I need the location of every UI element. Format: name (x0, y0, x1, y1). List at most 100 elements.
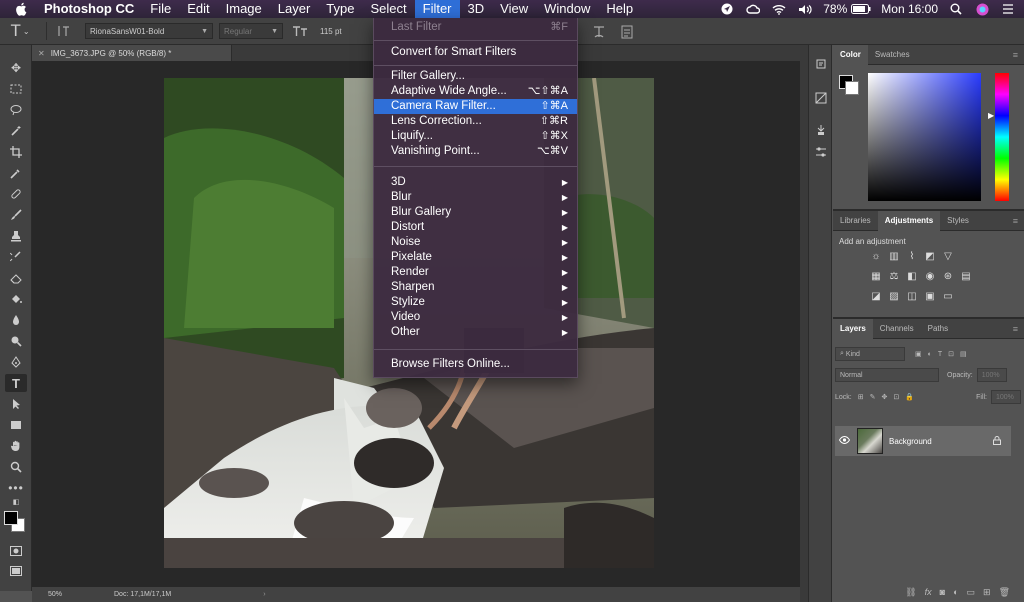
notification-center-icon[interactable] (1000, 2, 1016, 16)
black-white-icon[interactable]: ◧ (905, 269, 919, 283)
type-tool-preset-icon[interactable]: T ⌄ (0, 18, 40, 45)
menu-item-3d[interactable]: 3D ▶ (374, 175, 577, 190)
lock-options-icons[interactable]: ⊞✎✥⊡🔒 (858, 393, 920, 401)
menu-item-liquify[interactable]: Liquify... ⇧⌘X (374, 129, 577, 144)
delete-layer-icon[interactable]: 🗑 (999, 587, 1010, 598)
tab-channels[interactable]: Channels (873, 319, 921, 339)
history-panel-icon[interactable] (811, 55, 831, 73)
menu-item-sharpen[interactable]: Sharpen ▶ (374, 280, 577, 295)
battery-status[interactable]: 78% (823, 2, 871, 16)
curves-icon[interactable]: ⌇ (905, 249, 919, 263)
magic-wand-tool-icon[interactable] (5, 122, 27, 140)
exposure-icon[interactable]: ◩ (923, 249, 937, 263)
menu-view[interactable]: View (492, 0, 536, 18)
menu-item-noise[interactable]: Noise ▶ (374, 235, 577, 250)
invert-icon[interactable]: ◪ (869, 289, 883, 303)
photo-filter-icon[interactable]: ◉ (923, 269, 937, 283)
close-icon[interactable]: ✕ (38, 49, 45, 58)
menu-select[interactable]: Select (362, 0, 414, 18)
menu-item-browse-filters-online[interactable]: Browse Filters Online... (374, 357, 577, 372)
eyedropper-tool-icon[interactable] (5, 164, 27, 182)
color-spectrum-picker[interactable] (868, 73, 981, 201)
menu-item-video[interactable]: Video ▶ (374, 310, 577, 325)
menu-type[interactable]: Type (318, 0, 362, 18)
creative-cloud-icon[interactable] (745, 2, 761, 16)
rectangle-tool-icon[interactable] (5, 416, 27, 434)
brush-tool-icon[interactable] (5, 206, 27, 224)
layer-style-icon[interactable]: fx (925, 587, 932, 597)
hue-slider-handle[interactable]: ▶ (988, 111, 994, 120)
menu-file[interactable]: File (142, 0, 179, 18)
marquee-tool-icon[interactable] (5, 80, 27, 98)
new-group-icon[interactable]: ▭ (967, 587, 976, 598)
menu-item-other[interactable]: Other ▶ (374, 325, 577, 340)
panel-menu-icon[interactable]: ≡ (1013, 324, 1018, 334)
lasso-tool-icon[interactable] (5, 101, 27, 119)
new-adjustment-layer-icon[interactable]: ◐ (953, 587, 958, 597)
menu-item-pixelate[interactable]: Pixelate ▶ (374, 250, 577, 265)
properties-panel-icon[interactable] (811, 89, 831, 107)
vertical-scrollbar[interactable] (800, 45, 808, 602)
crop-tool-icon[interactable] (5, 143, 27, 161)
levels-icon[interactable]: ▥ (887, 249, 901, 263)
move-tool-icon[interactable]: ✥ (5, 59, 27, 77)
menu-filter[interactable]: Filter (414, 0, 460, 18)
tab-color[interactable]: Color (833, 44, 868, 65)
hand-tool-icon[interactable] (5, 437, 27, 455)
panel-menu-icon[interactable]: ≡ (1013, 216, 1018, 226)
foreground-color-swatch[interactable] (4, 511, 18, 525)
tab-libraries[interactable]: Libraries (833, 211, 878, 231)
panel-menu-icon[interactable]: ≡ (1013, 50, 1018, 60)
menu-3d[interactable]: 3D (460, 0, 493, 18)
link-layers-icon[interactable]: ⛓ (905, 587, 916, 598)
menu-help[interactable]: Help (598, 0, 641, 18)
menu-window[interactable]: Window (536, 0, 598, 18)
menu-item-blur[interactable]: Blur ▶ (374, 190, 577, 205)
text-orientation-icon[interactable] (53, 20, 75, 42)
add-mask-icon[interactable]: ◙ (940, 587, 945, 597)
blend-mode-select[interactable]: Normal (835, 368, 939, 382)
document-tab[interactable]: ✕ IMG_3673.JPG @ 50% (RGB/8) * (32, 45, 232, 61)
clock[interactable]: Mon 16:00 (881, 2, 938, 16)
menu-item-lens-correction[interactable]: Lens Correction... ⇧⌘R (374, 114, 577, 129)
menu-item-distort[interactable]: Distort ▶ (374, 220, 577, 235)
zoom-level[interactable]: 50% (32, 591, 82, 598)
vibrance-icon[interactable]: ▽ (941, 249, 955, 263)
pen-tool-icon[interactable] (5, 353, 27, 371)
app-menu[interactable]: Photoshop CC (42, 0, 142, 18)
status-menu-arrow[interactable]: › (263, 591, 265, 598)
menu-item-convert-smart-filters[interactable]: Convert for Smart Filters (374, 45, 577, 60)
menu-item-render[interactable]: Render ▶ (374, 265, 577, 280)
posterize-icon[interactable]: ▨ (887, 289, 901, 303)
opacity-field[interactable]: 100% (976, 368, 1007, 382)
hue-saturation-icon[interactable]: ▦ (869, 269, 883, 283)
color-balance-icon[interactable]: ⚖ (887, 269, 901, 283)
location-icon[interactable] (719, 2, 735, 16)
blur-tool-icon[interactable] (5, 311, 27, 329)
hue-slider[interactable] (995, 73, 1009, 201)
menu-item-camera-raw-filter[interactable]: Camera Raw Filter... ⇧⌘A (374, 99, 577, 114)
zoom-tool-icon[interactable] (5, 458, 27, 476)
paint-bucket-tool-icon[interactable] (5, 290, 27, 308)
fill-field[interactable]: 100% (991, 390, 1021, 404)
tab-layers[interactable]: Layers (833, 318, 873, 339)
font-family-select[interactable]: RionaSansW01-Bold ▼ (85, 23, 213, 39)
brush-settings-icon[interactable] (811, 143, 831, 161)
wifi-icon[interactable] (771, 2, 787, 16)
tab-styles[interactable]: Styles (940, 211, 976, 231)
eye-icon[interactable] (835, 435, 853, 446)
gradient-map-icon[interactable]: ▭ (941, 289, 955, 303)
more-tools-icon[interactable]: ••• (5, 479, 27, 497)
siri-icon[interactable] (974, 2, 990, 16)
spotlight-search-icon[interactable] (948, 2, 964, 16)
menu-layer[interactable]: Layer (270, 0, 319, 18)
menu-edit[interactable]: Edit (179, 0, 217, 18)
layer-filter-type-icons[interactable]: ▣◐T⊡▤ (915, 350, 973, 358)
menu-item-filter-gallery[interactable]: Filter Gallery... (374, 69, 577, 84)
menu-item-blur-gallery[interactable]: Blur Gallery ▶ (374, 205, 577, 220)
selective-color-icon[interactable]: ▣ (923, 289, 937, 303)
menu-item-stylize[interactable]: Stylize ▶ (374, 295, 577, 310)
tab-paths[interactable]: Paths (921, 319, 955, 339)
font-size-field[interactable]: 115 pt (315, 23, 371, 39)
color-panel-background-swatch[interactable] (845, 81, 859, 95)
